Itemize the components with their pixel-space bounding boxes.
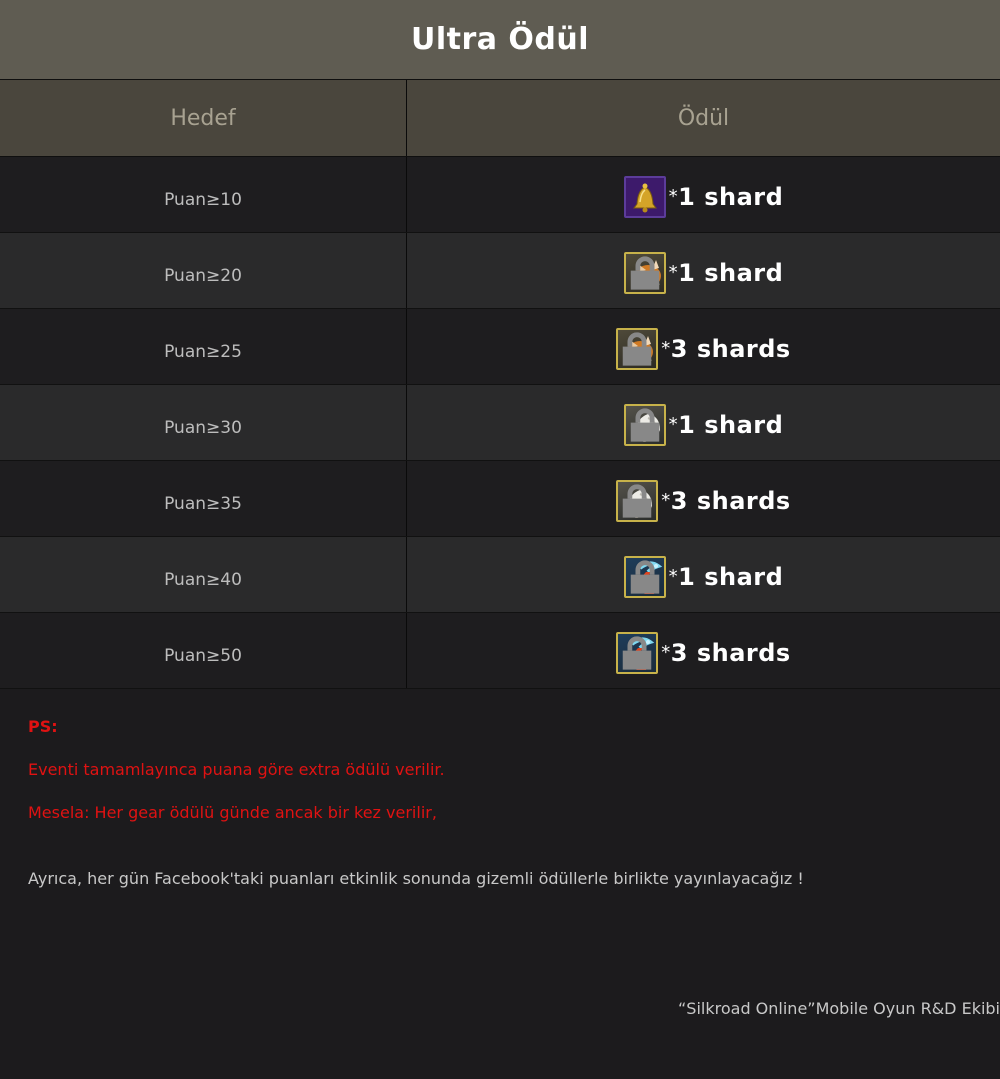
griffin-pet-icon bbox=[616, 479, 659, 522]
table-row: Puan≥35 *3 shards bbox=[0, 461, 1000, 537]
target-cell: Puan≥35 bbox=[164, 493, 242, 514]
target-cell: Puan≥50 bbox=[164, 645, 242, 666]
phoenix-pet-icon bbox=[623, 555, 666, 598]
notes-section: PS: Eventi tamamlayınca puana göre extra… bbox=[0, 689, 1000, 889]
reward-amount: 1 shard bbox=[678, 182, 784, 211]
reward-cell: *3 shards bbox=[616, 628, 790, 674]
target-cell: Puan≥40 bbox=[164, 569, 242, 590]
footer-signature: “Silkroad Online”Mobile Oyun R&D Ekibi bbox=[678, 999, 1000, 1018]
reward-cell: *1 shard bbox=[623, 552, 784, 598]
note-line-1: Eventi tamamlayınca puana göre extra ödü… bbox=[28, 760, 445, 779]
table-row: Puan≥40 *1 shard bbox=[0, 537, 1000, 613]
reward-amount: 3 shards bbox=[670, 334, 791, 363]
target-cell: Puan≥30 bbox=[164, 417, 242, 438]
reward-amount: 1 shard bbox=[678, 562, 784, 591]
table-row: Puan≥50 *3 shards bbox=[0, 613, 1000, 689]
reward-amount: 1 shard bbox=[678, 410, 784, 439]
table-row: Puan≥10 *1 shard bbox=[0, 157, 1000, 233]
target-cell: Puan≥20 bbox=[164, 265, 242, 286]
phoenix-pet-icon bbox=[616, 631, 659, 674]
reward-cell: *3 shards bbox=[616, 476, 790, 522]
target-cell: Puan≥10 bbox=[164, 189, 242, 210]
table-row: Puan≥30 *1 shard bbox=[0, 385, 1000, 461]
table-row: Puan≥20 *1 shard bbox=[0, 233, 1000, 309]
dragon-pet-icon bbox=[623, 251, 666, 294]
reward-amount: 1 shard bbox=[678, 258, 784, 287]
reward-amount: 3 shards bbox=[670, 638, 791, 667]
table-row: Puan≥25 *3 shards bbox=[0, 309, 1000, 385]
note-line-2: Mesela: Her gear ödülü günde ancak bir k… bbox=[28, 803, 437, 822]
ps-label: PS: bbox=[28, 717, 58, 736]
griffin-pet-icon bbox=[623, 403, 666, 446]
table-header: Hedef Ödül bbox=[0, 80, 1000, 157]
target-cell: Puan≥25 bbox=[164, 341, 242, 362]
reward-cell: *3 shards bbox=[616, 324, 790, 370]
dragon-pet-icon bbox=[616, 327, 659, 370]
info-text: Ayrıca, her gün Facebook'taki puanları e… bbox=[28, 869, 804, 888]
bell-icon bbox=[623, 175, 666, 218]
reward-cell: *1 shard bbox=[623, 400, 784, 446]
reward-cell: *1 shard bbox=[623, 248, 784, 294]
reward-amount: 3 shards bbox=[670, 486, 791, 515]
event-page: Ultra Ödül Hedef Ödül Puan≥10 *1 shard P… bbox=[0, 0, 1000, 1079]
page-title: Ultra Ödül bbox=[410, 22, 590, 57]
reward-cell: *1 shard bbox=[623, 172, 784, 218]
header-target: Hedef bbox=[0, 80, 407, 156]
title-bar: Ultra Ödül bbox=[0, 0, 1000, 80]
reward-table: Hedef Ödül Puan≥10 *1 shard Puan≥20 *1 s… bbox=[0, 80, 1000, 689]
header-reward: Ödül bbox=[677, 105, 730, 131]
